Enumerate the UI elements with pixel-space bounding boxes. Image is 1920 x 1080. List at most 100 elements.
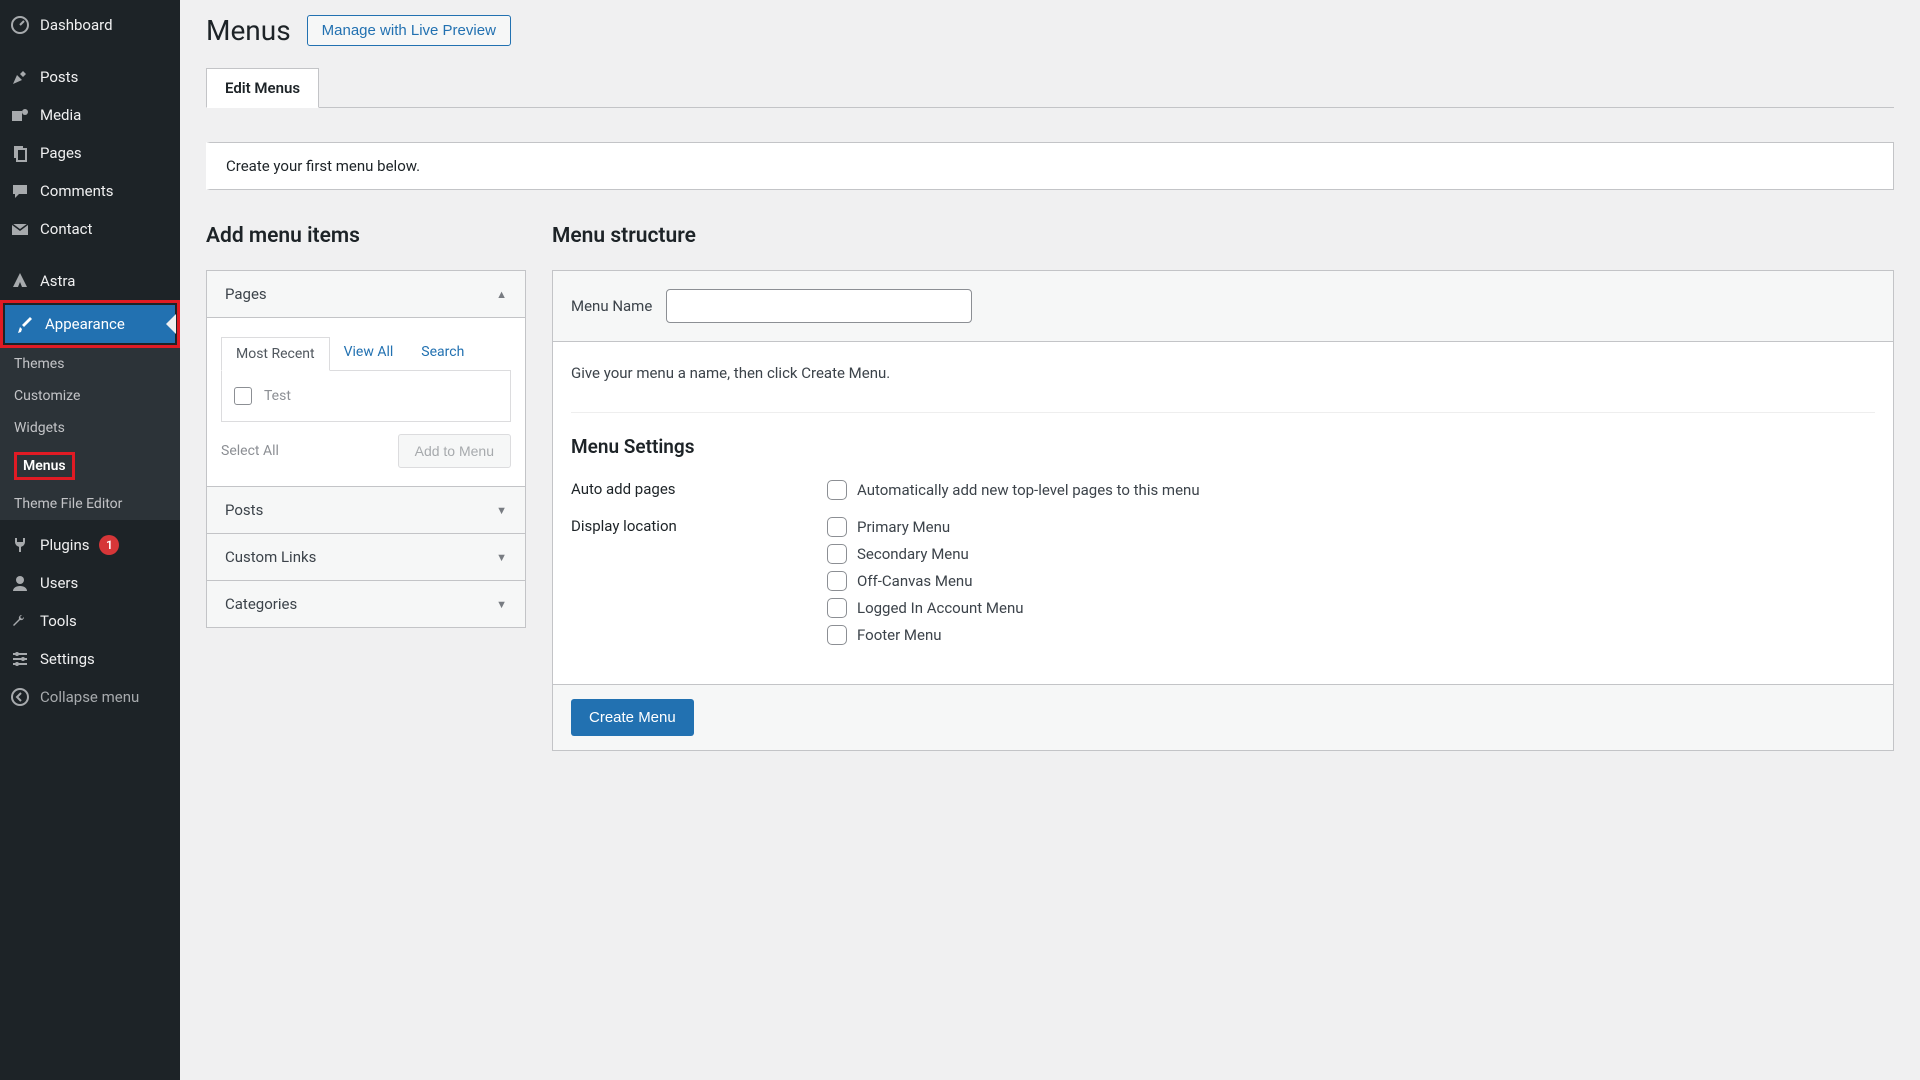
sidebar-item-label: Media [40,106,81,124]
sidebar-collapse-label: Collapse menu [40,688,139,706]
setting-label: Display location [571,517,827,652]
sidebar-item-label: Pages [40,144,82,162]
sidebar-item-plugins[interactable]: Plugins 1 [0,526,180,564]
sidebar-item-posts[interactable]: Posts [0,58,180,96]
location-option[interactable]: Secondary Menu [827,544,1024,564]
sidebar-item-label: Appearance [45,315,125,333]
checkbox[interactable] [827,480,847,500]
live-preview-button[interactable]: Manage with Live Preview [307,15,511,46]
option-label: Automatically add new top-level pages to… [857,481,1200,499]
checkbox[interactable] [234,387,252,405]
tab-bar: Edit Menus [206,67,1894,108]
page-item-label: Test [264,388,291,404]
chevron-down-icon: ▼ [496,551,507,564]
accordion-head-posts[interactable]: Posts ▼ [207,487,525,534]
pages-icon [10,143,30,163]
accordion: Pages ▲ Most Recent View All Search Test [206,270,526,628]
main-content: Menus Manage with Live Preview Edit Menu… [180,0,1920,1080]
sidebar-sub-menus[interactable]: Menus [0,444,180,488]
sub-tab-view-all[interactable]: View All [330,336,408,370]
sidebar-sub-widgets[interactable]: Widgets [0,412,180,444]
setting-display-location: Display location Primary Menu Secondary … [571,517,1875,652]
option-label: Logged In Account Menu [857,599,1024,617]
checkbox[interactable] [827,625,847,645]
panel-footer: Create Menu [553,684,1893,750]
select-all-link[interactable]: Select All [221,443,279,459]
chevron-down-icon: ▼ [496,598,507,611]
add-to-menu-button[interactable]: Add to Menu [398,434,511,468]
sidebar-item-contact[interactable]: Contact [0,210,180,248]
accordion-head-custom-links[interactable]: Custom Links ▼ [207,534,525,581]
sidebar-item-pages[interactable]: Pages [0,134,180,172]
user-icon [10,573,30,593]
chevron-down-icon: ▼ [496,504,507,517]
sidebar-item-label: Contact [40,220,92,238]
sidebar-item-astra[interactable]: Astra [0,262,180,300]
checkbox[interactable] [827,571,847,591]
pin-icon [10,67,30,87]
accordion-label: Custom Links [225,548,316,566]
menu-hint: Give your menu a name, then click Create… [571,364,1875,382]
sidebar-item-label: Dashboard [40,16,113,34]
option-label: Secondary Menu [857,545,969,563]
notice: Create your first menu below. [206,142,1894,190]
location-option[interactable]: Off-Canvas Menu [827,571,1024,591]
sidebar-item-label: Tools [40,612,77,630]
accordion-label: Categories [225,595,297,613]
checkbox[interactable] [827,517,847,537]
sidebar-collapse[interactable]: Collapse menu [0,678,180,716]
add-menu-items-column: Add menu items Pages ▲ Most Recent View … [206,224,526,751]
sub-tab-recent[interactable]: Most Recent [221,337,330,371]
location-option[interactable]: Primary Menu [827,517,1024,537]
sidebar-item-settings[interactable]: Settings [0,640,180,678]
sidebar-item-label: Astra [40,272,75,290]
comment-icon [10,181,30,201]
accordion-head-pages[interactable]: Pages ▲ [207,271,525,318]
wrench-icon [10,611,30,631]
auto-add-option[interactable]: Automatically add new top-level pages to… [827,480,1200,500]
menu-structure-column: Menu structure Menu Name Give your menu … [552,224,1894,751]
setting-label: Auto add pages [571,480,827,507]
chevron-up-icon: ▲ [496,288,507,301]
location-option[interactable]: Logged In Account Menu [827,598,1024,618]
add-menu-items-heading: Add menu items [206,224,526,248]
sidebar-item-label: Plugins [40,536,89,554]
page-header: Menus Manage with Live Preview [206,0,1894,47]
sidebar-sub-customize[interactable]: Customize [0,380,180,412]
menu-panel: Menu Name Give your menu a name, then cl… [552,270,1894,751]
accordion-label: Posts [225,501,263,519]
accordion-label: Pages [225,285,267,303]
location-option[interactable]: Footer Menu [827,625,1024,645]
accordion-body-pages: Most Recent View All Search Test Select … [207,318,525,487]
menu-settings-title: Menu Settings [571,435,1875,458]
accordion-head-categories[interactable]: Categories ▼ [207,581,525,627]
media-icon [10,105,30,125]
sidebar-item-media[interactable]: Media [0,96,180,134]
sidebar-sub-editor[interactable]: Theme File Editor [0,488,180,520]
plug-icon [10,535,30,555]
dashboard-icon [10,15,30,35]
option-label: Off-Canvas Menu [857,572,972,590]
create-menu-button[interactable]: Create Menu [571,699,694,736]
option-label: Primary Menu [857,518,950,536]
sidebar-item-comments[interactable]: Comments [0,172,180,210]
page-title: Menus [206,14,291,47]
sidebar-sub-themes[interactable]: Themes [0,348,180,380]
sidebar-item-label: Comments [40,182,114,200]
tab-edit-menus[interactable]: Edit Menus [206,68,319,108]
checkbox[interactable] [827,598,847,618]
menu-name-input[interactable] [666,289,972,323]
brush-icon [15,314,35,334]
sidebar-item-users[interactable]: Users [0,564,180,602]
sidebar-item-dashboard[interactable]: Dashboard [0,6,180,44]
menu-name-row: Menu Name [553,271,1893,342]
page-item-test[interactable]: Test [222,371,510,421]
sidebar-item-appearance[interactable]: Appearance [5,305,175,343]
sidebar-sub-label: Menus [23,458,66,474]
sidebar-item-label: Settings [40,650,95,668]
sub-tab-search[interactable]: Search [407,336,478,370]
checkbox[interactable] [827,544,847,564]
sidebar-item-tools[interactable]: Tools [0,602,180,640]
option-label: Footer Menu [857,626,942,644]
plugins-update-badge: 1 [99,535,119,555]
